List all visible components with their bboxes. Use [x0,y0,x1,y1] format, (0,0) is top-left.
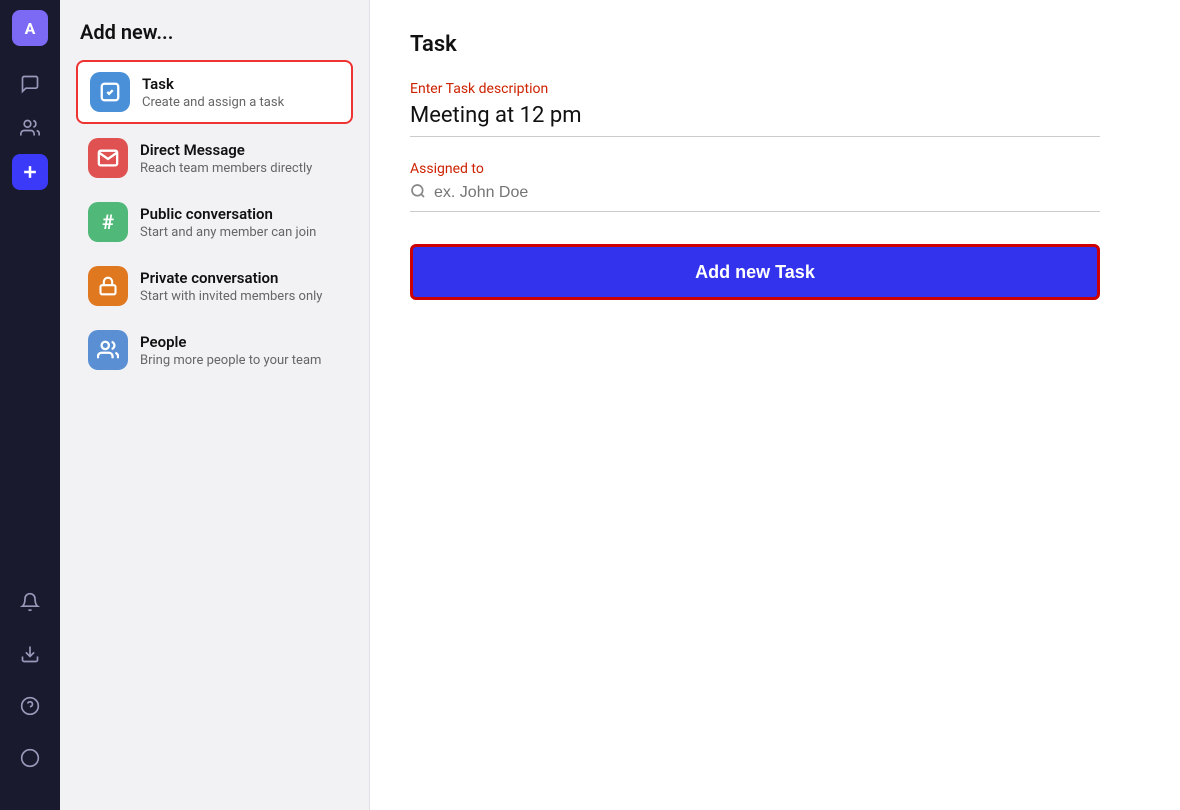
task-description-value[interactable]: Meeting at 12 pm [410,103,1100,137]
assigned-to-input[interactable] [434,184,1100,202]
public-menu-icon: # [88,202,128,242]
people-item-desc: Bring more people to your team [140,353,321,368]
dm-item-desc: Reach team members directly [140,161,312,176]
task-item-title: Task [142,75,284,93]
menu-panel: Add new... Task Create and assign a task… [60,0,370,810]
add-nav-button[interactable] [12,154,48,190]
private-item-desc: Start with invited members only [140,289,322,304]
task-description-label: Enter Task description [410,81,1140,97]
chat-nav-icon[interactable] [12,66,48,102]
help-nav-icon[interactable] [12,688,48,724]
assigned-to-group: Assigned to [410,161,1140,212]
menu-item-private[interactable]: Private conversation Start with invited … [76,256,353,316]
settings-nav-icon[interactable] [12,740,48,776]
task-item-desc: Create and assign a task [142,95,284,110]
public-item-title: Public conversation [140,205,316,223]
dm-item-title: Direct Message [140,141,312,159]
menu-item-dm[interactable]: Direct Message Reach team members direct… [76,128,353,188]
avatar[interactable]: A [12,10,48,46]
download-nav-icon[interactable] [12,636,48,672]
public-item-desc: Start and any member can join [140,225,316,240]
nav-bar: A [0,0,60,810]
assigned-to-input-row [410,183,1100,212]
task-description-group: Enter Task description Meeting at 12 pm [410,81,1140,137]
people-menu-icon [88,330,128,370]
notification-nav-icon[interactable] [12,584,48,620]
people-item-title: People [140,333,321,351]
search-icon [410,183,426,203]
menu-title: Add new... [76,20,353,44]
menu-item-public[interactable]: # Public conversation Start and any memb… [76,192,353,252]
add-task-button[interactable]: Add new Task [410,244,1100,300]
private-menu-icon [88,266,128,306]
task-menu-icon [90,72,130,112]
dm-menu-icon [88,138,128,178]
form-title: Task [410,32,1140,57]
nav-bottom-icons [12,584,48,800]
assigned-to-label: Assigned to [410,161,1140,177]
main-content: Task Enter Task description Meeting at 1… [370,0,1180,810]
menu-item-people[interactable]: People Bring more people to your team [76,320,353,380]
private-item-title: Private conversation [140,269,322,287]
contacts-nav-icon[interactable] [12,110,48,146]
menu-item-task[interactable]: Task Create and assign a task [76,60,353,124]
